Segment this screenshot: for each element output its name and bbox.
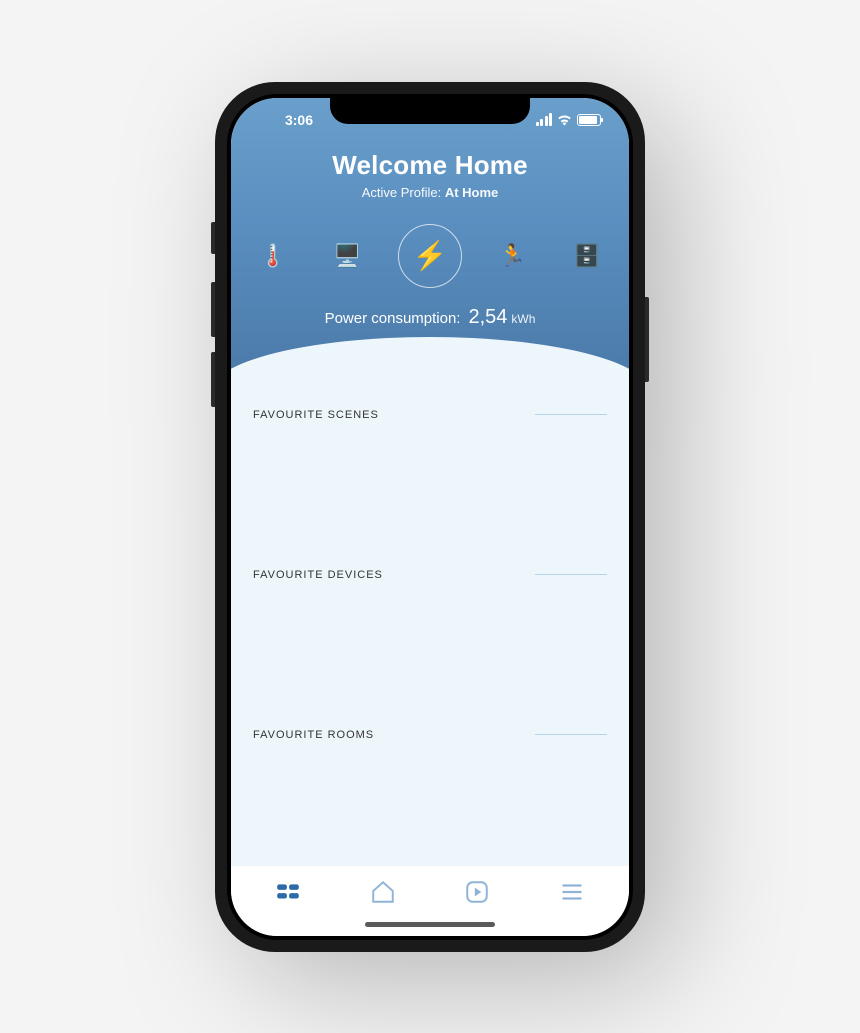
notch <box>330 94 530 124</box>
wifi-icon <box>557 114 572 126</box>
power-unit: kWh <box>511 312 535 326</box>
fridge-icon: 🗄️ <box>573 243 600 269</box>
menu-icon <box>559 879 585 910</box>
play-icon <box>464 879 490 910</box>
dashboard-icon <box>275 879 301 910</box>
section-divider <box>535 574 607 575</box>
profile-value: At Home <box>445 185 498 200</box>
volume-up-button <box>211 282 215 337</box>
quick-actions: 🌡️ 🖥️ ⚡ 🏃 🗄️ <box>231 200 629 288</box>
tab-dashboard[interactable] <box>261 873 315 917</box>
oven-icon: 🖥️ <box>334 243 361 269</box>
power-button <box>645 297 649 382</box>
tab-home[interactable] <box>356 873 410 917</box>
quick-action-power[interactable]: ⚡ <box>398 224 462 288</box>
quick-action-motion[interactable]: 🏃 <box>489 232 537 280</box>
silence-switch <box>211 222 215 254</box>
section-favourite-scenes: FAVOURITE SCENES <box>253 409 607 569</box>
clock: 3:06 <box>259 112 339 128</box>
section-divider <box>535 734 607 735</box>
app-screen: 3:06 Welcome Home Active Profile: At Hom… <box>231 98 629 936</box>
battery-icon <box>577 114 601 126</box>
section-title: FAVOURITE DEVICES <box>253 569 383 581</box>
phone-frame: 3:06 Welcome Home Active Profile: At Hom… <box>215 82 645 952</box>
section-favourite-rooms: FAVOURITE ROOMS <box>253 729 607 866</box>
cellular-icon <box>536 113 553 126</box>
quick-action-oven[interactable]: 🖥️ <box>324 232 372 280</box>
section-favourite-devices: FAVOURITE DEVICES <box>253 569 607 729</box>
home-indicator[interactable] <box>365 922 495 927</box>
running-icon: 🏃 <box>499 243 526 269</box>
section-title: FAVOURITE ROOMS <box>253 729 374 741</box>
section-divider <box>535 414 607 415</box>
quick-action-thermometer[interactable]: 🌡️ <box>249 232 297 280</box>
tab-scenes[interactable] <box>450 873 504 917</box>
page-title: Welcome Home <box>231 150 629 181</box>
power-value: 2,54 <box>468 306 507 329</box>
home-icon <box>370 879 396 910</box>
main-content[interactable]: FAVOURITE SCENES FAVOURITE DEVICES FAVOU… <box>231 369 629 866</box>
quick-action-fridge[interactable]: 🗄️ <box>563 232 611 280</box>
tab-menu[interactable] <box>545 873 599 917</box>
profile-label: Active Profile: <box>362 185 441 200</box>
power-label: Power consumption: <box>325 310 461 327</box>
thermometer-icon: 🌡️ <box>259 243 286 269</box>
volume-down-button <box>211 352 215 407</box>
active-profile: Active Profile: At Home <box>231 185 629 200</box>
bolt-icon: ⚡ <box>413 239 448 272</box>
header: Welcome Home Active Profile: At Home 🌡️ … <box>231 98 629 369</box>
section-title: FAVOURITE SCENES <box>253 409 379 421</box>
power-consumption: Power consumption: 2,54 kWh <box>231 306 629 329</box>
